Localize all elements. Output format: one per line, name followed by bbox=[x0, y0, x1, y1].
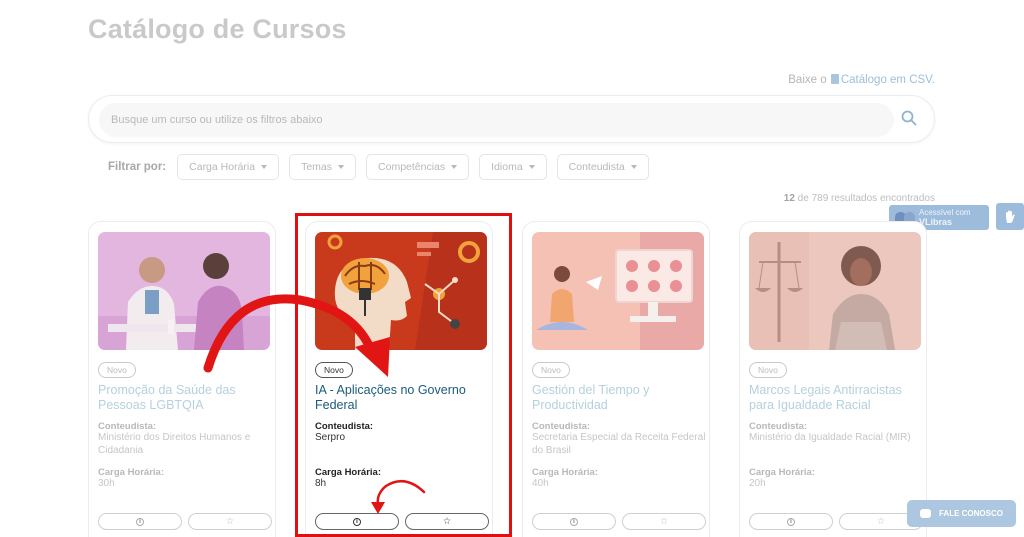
results-text: de 789 resultados encontrados bbox=[797, 193, 935, 204]
course-card-4[interactable]: Novo Marcos Legais Antirracistas para Ig… bbox=[739, 221, 927, 537]
hours-label: Carga Horária: bbox=[749, 467, 815, 478]
course-card-1[interactable]: Novo Promoção da Saúde das Pessoas LGBTQ… bbox=[88, 221, 276, 537]
search-icon[interactable] bbox=[900, 109, 920, 129]
card-actions: i ☆ bbox=[98, 513, 272, 530]
info-button[interactable]: i bbox=[749, 513, 833, 530]
filter-carga-horaria[interactable]: Carga Horária bbox=[177, 154, 280, 180]
hand-icon[interactable] bbox=[996, 203, 1024, 230]
filter-idioma[interactable]: Idioma bbox=[479, 154, 547, 180]
csv-prefix: Baixe o bbox=[788, 74, 827, 86]
author-value: Ministério da Igualdade Racial (MIR) bbox=[749, 432, 911, 443]
hours-label: Carga Horária: bbox=[532, 467, 598, 478]
hours-value: 40h bbox=[532, 478, 549, 489]
author-value: Ministério dos Direitos Humanos e Cidada… bbox=[98, 432, 251, 456]
course-thumbnail bbox=[98, 232, 270, 350]
vlibras-label: Acessível com VLibras bbox=[919, 208, 971, 227]
info-button[interactable]: i bbox=[98, 513, 182, 530]
info-icon: i bbox=[570, 517, 578, 526]
course-thumbnail bbox=[532, 232, 704, 350]
highlight-frame bbox=[295, 213, 512, 537]
hours-value: 30h bbox=[98, 478, 115, 489]
vlibras-line2: VLibras bbox=[919, 216, 953, 227]
course-title[interactable]: Gestión del Tiempo y Productividad bbox=[532, 383, 707, 412]
page-title: Catálogo de Cursos bbox=[88, 14, 347, 44]
new-badge: Novo bbox=[98, 362, 136, 378]
course-author: Conteudista: Ministério dos Direitos Hum… bbox=[98, 421, 273, 457]
results-count: 12 de 789 resultados encontrados bbox=[784, 193, 935, 204]
chevron-down-icon bbox=[451, 165, 458, 169]
filter-temas-label: Temas bbox=[301, 161, 333, 173]
csv-file-icon bbox=[830, 74, 839, 84]
hours-label: Carga Horária: bbox=[98, 467, 164, 478]
favorite-button[interactable]: ☆ bbox=[622, 513, 706, 530]
course-title[interactable]: Promoção da Saúde das Pessoas LGBTQIA bbox=[98, 383, 273, 412]
chevron-down-icon bbox=[528, 165, 535, 169]
chevron-down-icon bbox=[261, 165, 268, 169]
filter-idioma-label: Idioma bbox=[491, 161, 523, 173]
fale-conosco-label: FALE CONOSCO bbox=[938, 509, 1003, 518]
favorite-button[interactable]: ☆ bbox=[188, 513, 272, 530]
author-label: Conteudista: bbox=[532, 421, 591, 432]
star-icon: ☆ bbox=[659, 516, 669, 527]
search-bar bbox=[88, 95, 935, 143]
author-label: Conteudista: bbox=[749, 421, 808, 432]
course-title[interactable]: Marcos Legais Antirracistas para Igualda… bbox=[749, 383, 924, 412]
course-thumbnail bbox=[749, 232, 921, 350]
new-badge: Novo bbox=[749, 362, 787, 378]
chevron-down-icon bbox=[338, 165, 345, 169]
course-author: Conteudista: Ministério da Igualdade Rac… bbox=[749, 421, 924, 445]
hours-value: 20h bbox=[749, 478, 766, 489]
filter-temas[interactable]: Temas bbox=[289, 154, 357, 180]
results-shown: 12 bbox=[783, 193, 795, 204]
filter-bar: Filtrar por: Carga Horária Temas Competê… bbox=[108, 154, 659, 180]
author-value: Secretaria Especial da Receita Federal d… bbox=[532, 432, 706, 456]
info-icon: i bbox=[787, 517, 795, 526]
course-author: Conteudista: Secretaria Especial da Rece… bbox=[532, 421, 707, 457]
star-icon: ☆ bbox=[225, 516, 235, 527]
chevron-down-icon bbox=[630, 165, 637, 169]
info-icon: i bbox=[136, 517, 144, 526]
card-actions: i ☆ bbox=[532, 513, 706, 530]
info-button[interactable]: i bbox=[532, 513, 616, 530]
course-hours: Carga Horária: 30h bbox=[98, 467, 273, 491]
course-hours: Carga Horária: 40h bbox=[532, 467, 707, 491]
filter-label: Filtrar por: bbox=[108, 161, 167, 173]
new-badge: Novo bbox=[532, 362, 570, 378]
fale-conosco-button[interactable]: FALE CONOSCO bbox=[907, 500, 1016, 527]
filter-competencias-label: Competências bbox=[378, 161, 446, 173]
csv-link[interactable]: Catálogo em CSV. bbox=[841, 74, 935, 86]
filter-conteudista-label: Conteudista bbox=[568, 161, 625, 173]
search-field-wrapper bbox=[99, 103, 894, 137]
chat-icon bbox=[919, 509, 931, 518]
filter-competencias[interactable]: Competências bbox=[366, 154, 470, 180]
csv-download: Baixe o Catálogo em CSV. bbox=[788, 74, 935, 86]
filter-carga-horaria-label: Carga Horária bbox=[189, 161, 256, 173]
star-icon: ☆ bbox=[876, 516, 886, 527]
filter-conteudista[interactable]: Conteudista bbox=[556, 154, 649, 180]
card-actions: i ☆ bbox=[749, 513, 923, 530]
course-card-3[interactable]: Novo Gestión del Tiempo y Productividad … bbox=[522, 221, 710, 537]
author-label: Conteudista: bbox=[98, 421, 157, 432]
search-input[interactable] bbox=[111, 103, 881, 137]
course-hours: Carga Horária: 20h bbox=[749, 467, 924, 491]
